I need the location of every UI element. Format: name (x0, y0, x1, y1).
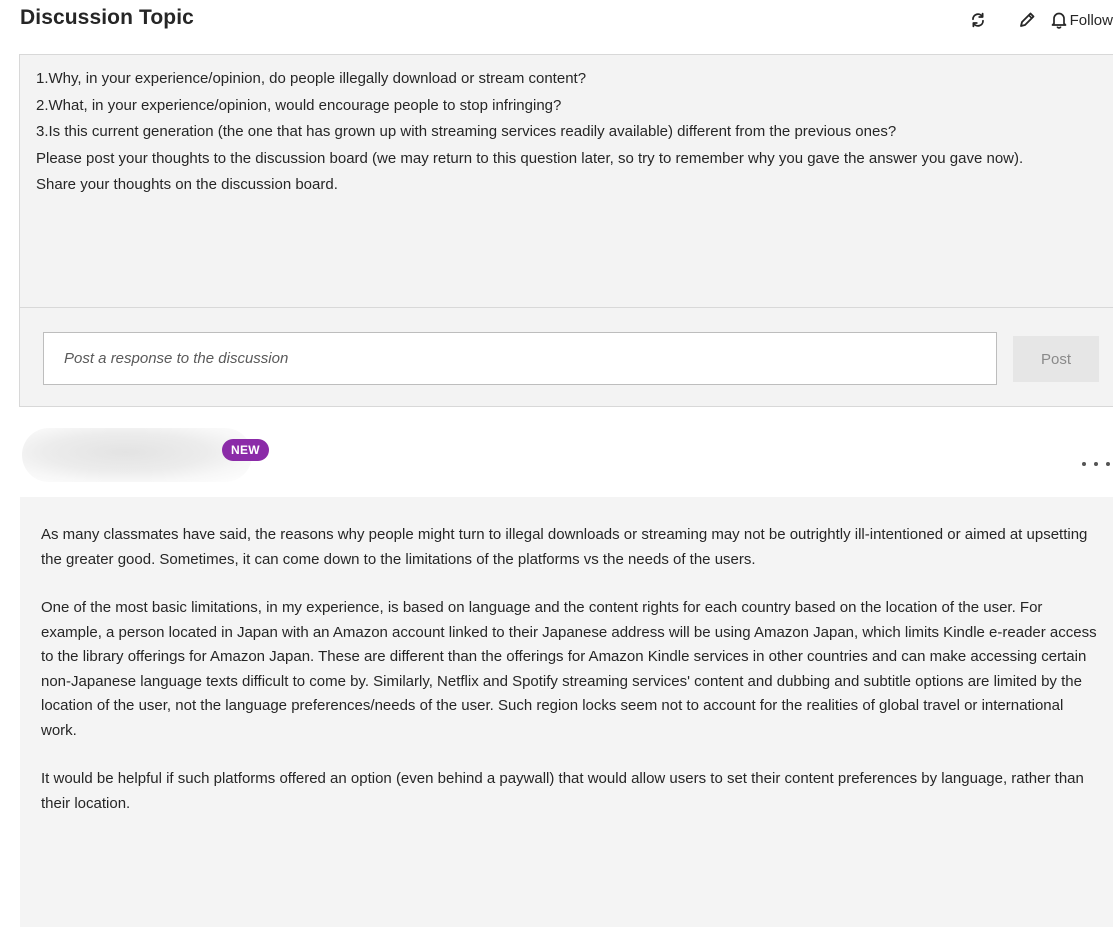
reply-body: As many classmates have said, the reason… (41, 523, 1101, 840)
refresh-button[interactable] (969, 11, 987, 29)
topic-body: 1.Why, in your experience/opinion, do pe… (36, 67, 1076, 200)
reply-paragraph: As many classmates have said, the reason… (41, 526, 1088, 568)
reply-author-row: NEW (0, 420, 1113, 490)
follow-button[interactable]: Follow (1051, 11, 1113, 29)
author-name-redacted (22, 428, 252, 482)
post-button[interactable]: Post (1013, 336, 1099, 382)
topic-panel: 1.Why, in your experience/opinion, do pe… (19, 54, 1113, 407)
discussion-header: Discussion Topic Follow (0, 0, 1113, 44)
edit-button[interactable] (1017, 10, 1037, 30)
new-badge: NEW (222, 439, 269, 461)
more-options-button[interactable] (1082, 456, 1110, 472)
follow-label: Follow (1069, 11, 1113, 29)
topic-share-prompt: Share your thoughts on the discussion bo… (36, 176, 338, 193)
header-actions: Follow (969, 8, 1113, 32)
topic-question-1: 1.Why, in your experience/opinion, do pe… (36, 70, 587, 87)
divider (20, 307, 1113, 308)
reply-paragraph: One of the most basic limitations, in my… (41, 599, 1097, 739)
response-input[interactable] (43, 332, 997, 385)
pencil-icon (1019, 12, 1035, 27)
topic-instructions: Please post your thoughts to the discuss… (36, 149, 1024, 167)
more-horizontal-icon (1082, 462, 1086, 466)
reply-paragraph: It would be helpful if such platforms of… (41, 770, 1084, 812)
reply-post: As many classmates have said, the reason… (20, 497, 1113, 927)
bell-icon (1051, 12, 1066, 29)
topic-question-2: 2.What, in your experience/opinion, woul… (36, 96, 562, 114)
page-title: Discussion Topic (20, 6, 194, 29)
more-horizontal-icon (1094, 462, 1098, 466)
more-horizontal-icon (1106, 462, 1110, 466)
topic-question-3: 3.Is this current generation (the one th… (36, 123, 897, 140)
refresh-icon (971, 12, 984, 28)
